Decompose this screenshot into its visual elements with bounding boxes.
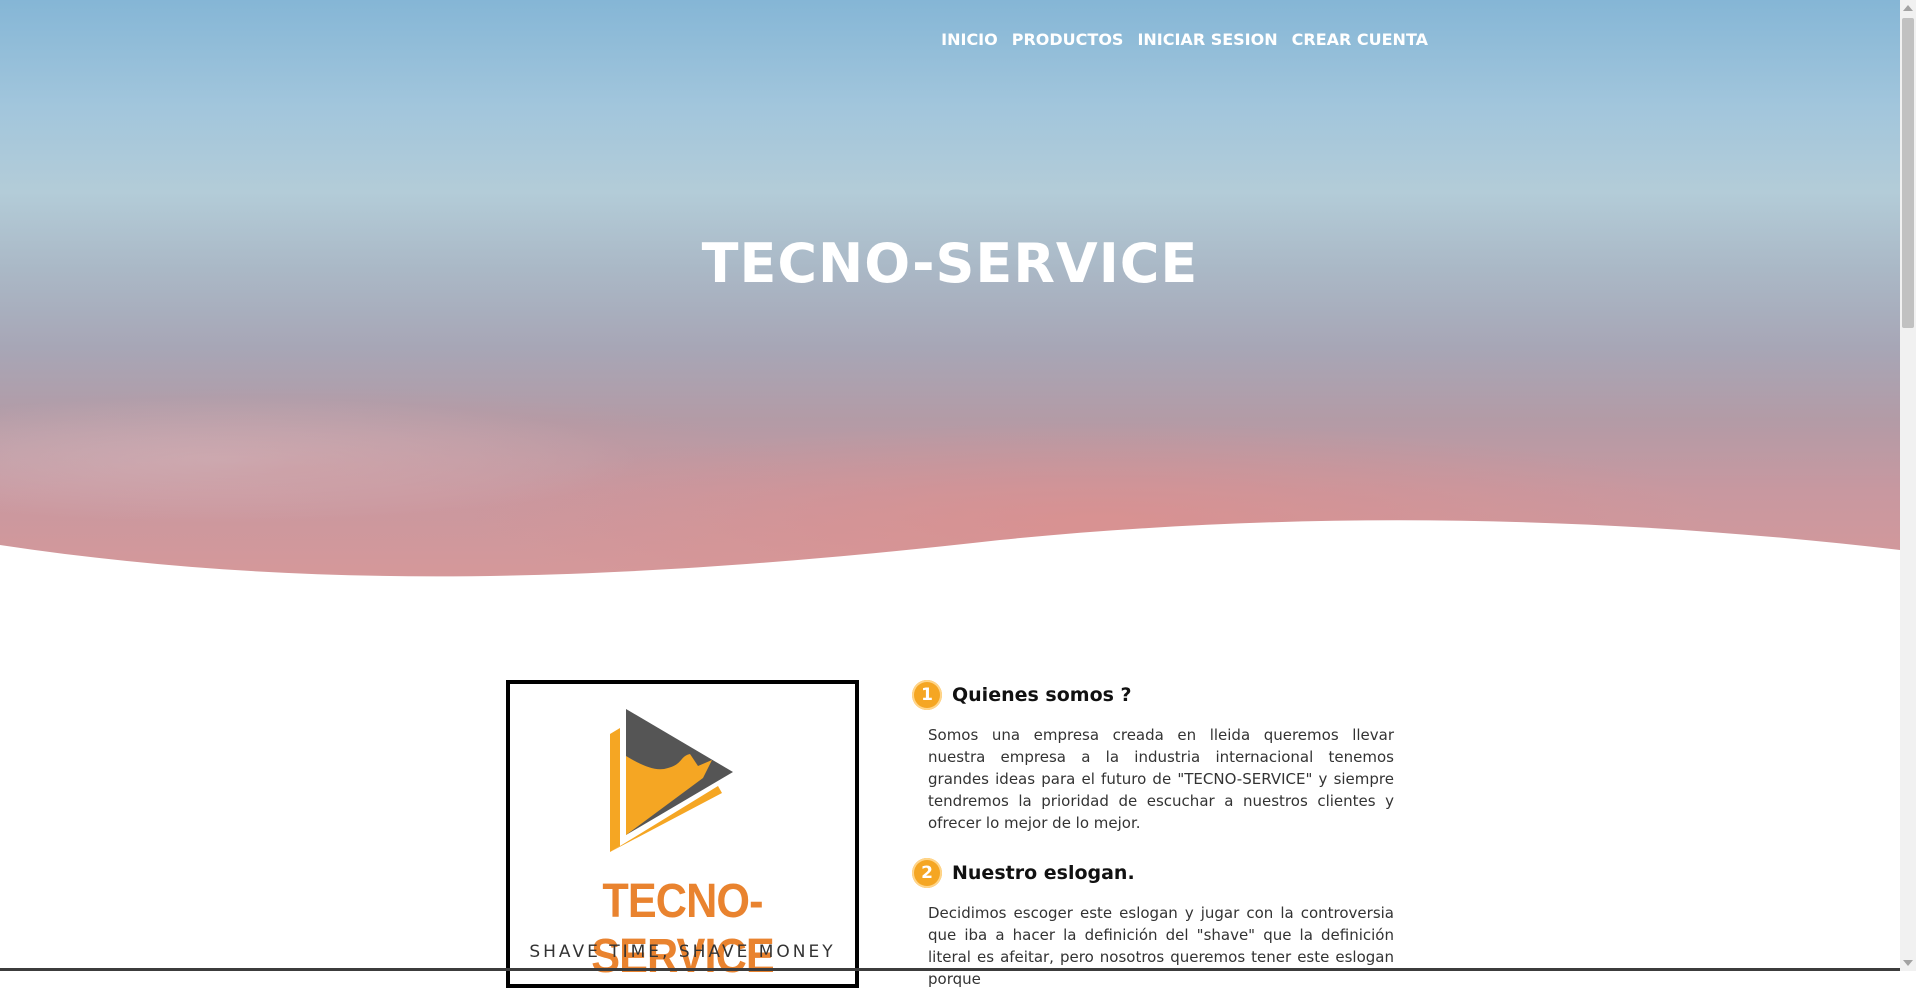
nav-iniciar-sesion[interactable]: INICIAR SESION (1137, 30, 1277, 49)
main-nav: INICIO PRODUCTOS INICIAR SESION CREAR CU… (941, 30, 1428, 49)
play-triangle-logo-icon (610, 709, 733, 852)
logo-slogan: SHAVE TIME, SHAVE MONEY (529, 942, 836, 962)
step-number-badge: 1 (912, 680, 942, 710)
page-scrollbar[interactable] (1900, 0, 1916, 971)
nav-productos[interactable]: PRODUCTOS (1012, 30, 1124, 49)
company-logo: TECNO-SERVICE SHAVE TIME, SHAVE MONEY (506, 680, 859, 988)
hero-title: TECNO-SERVICE (701, 232, 1199, 295)
step-number-badge: 2 (912, 858, 942, 888)
scroll-thumb[interactable] (1902, 18, 1914, 328)
hero-wave-divider (0, 520, 1900, 620)
about-section: 1 Quienes somos ? Somos una empresa crea… (912, 680, 1394, 990)
scroll-up-arrow-icon[interactable] (1903, 5, 1913, 11)
nav-inicio[interactable]: INICIO (941, 30, 998, 49)
step-title: Nuestro eslogan. (952, 862, 1135, 884)
step-text: Somos una empresa creada en lleida quere… (928, 726, 1394, 832)
scroll-down-arrow-icon[interactable] (1903, 960, 1913, 966)
nav-crear-cuenta[interactable]: CREAR CUENTA (1292, 30, 1428, 49)
step-text: Decidimos escoger este eslogan y jugar c… (928, 904, 1394, 988)
step-heading-1: 1 Quienes somos ? (912, 680, 1392, 710)
step-title: Quienes somos ? (952, 684, 1132, 706)
step-heading-2: 2 Nuestro eslogan. (912, 858, 1392, 888)
